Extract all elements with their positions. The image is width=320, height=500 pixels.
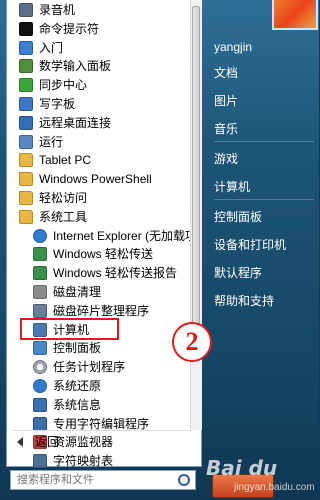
user-name[interactable]: yangjin (214, 39, 252, 55)
right-menu-item[interactable]: 计算机 (214, 179, 250, 195)
microphone-icon (19, 3, 33, 17)
internet-explorer-icon (33, 228, 47, 243)
right-menu-item[interactable]: 帮助和支持 (214, 293, 274, 309)
getting-started-icon (19, 40, 33, 55)
folder-icon (19, 191, 33, 205)
list-item-label: 录音机 (39, 3, 76, 17)
search-input[interactable] (17, 473, 177, 487)
right-menu-item[interactable]: 控制面板 (214, 209, 262, 225)
list-item-label: 命令提示符 (39, 21, 100, 36)
right-menu-item[interactable]: 文档 (214, 65, 238, 81)
command-prompt-icon (19, 21, 33, 36)
right-menu-item[interactable]: 设备和打印机 (214, 237, 286, 253)
disk-cleanup-icon (33, 285, 47, 299)
highlight-box (20, 318, 119, 340)
easy-transfer-report-icon (33, 266, 47, 281)
easy-transfer-icon (33, 247, 47, 262)
list-item-label: 磁盘清理 (53, 285, 102, 299)
remote-desktop-icon (19, 115, 33, 130)
right-panel: yangjin 文档图片音乐游戏计算机控制面板设备和打印机 默认程序帮助和支持 (210, 0, 319, 470)
back-label: 返回 (35, 435, 60, 449)
divider (13, 430, 191, 431)
scrollbar[interactable] (190, 0, 202, 430)
list-item-label: Windows 轻松传送 (53, 247, 154, 262)
search-box[interactable] (10, 470, 196, 490)
list-item-label: Windows PowerShell (39, 172, 152, 187)
folder-icon (19, 153, 33, 168)
list-item-label: 远程桌面连接 (39, 115, 112, 130)
right-menu-item[interactable]: 音乐 (214, 121, 238, 137)
back-button[interactable]: 返回 (11, 432, 186, 452)
list-item-label: Internet Explorer (无加载项) (53, 228, 202, 243)
system-restore-icon (33, 379, 47, 393)
run-icon (19, 134, 33, 149)
all-programs-list: 录音机命令提示符入门数学输入面板 同步中心写字板远程桌面连接 运行 Tablet PC… (7, 0, 201, 469)
list-item-label: 数学输入面板 (39, 59, 112, 74)
watermark-url: jingyan.baidu.com (234, 482, 315, 493)
system-info-icon (33, 397, 47, 412)
right-menu-item[interactable]: 默认程序 (214, 265, 262, 281)
scrollbar-thumb[interactable] (192, 6, 200, 346)
private-character-editor-icon (33, 416, 47, 431)
wordpad-icon (19, 97, 33, 111)
control-panel-icon (33, 341, 47, 356)
back-arrow-icon (17, 437, 23, 447)
divider (214, 141, 314, 142)
start-menu: 录音机命令提示符入门数学输入面板 同步中心写字板远程桌面连接 运行 Tablet PC… (0, 0, 319, 500)
list-item-label: 运行 (39, 134, 64, 149)
list-item-label: Windows 轻松传送报告 (53, 266, 178, 281)
math-input-icon (19, 59, 33, 74)
list-item-label: 字符映射表 (53, 454, 114, 469)
list-item-label: 入门 (39, 40, 64, 55)
divider (214, 199, 314, 200)
list-item-label: 系统工具 (39, 209, 88, 224)
defragmenter-icon (33, 303, 47, 318)
right-menu-item[interactable]: 游戏 (214, 151, 238, 167)
step-marker: 2 (172, 322, 212, 362)
folder-icon (19, 209, 33, 224)
list-item-label: 任务计划程序 (53, 360, 126, 375)
character-map-icon (33, 454, 47, 469)
list-item-label: 系统信息 (53, 397, 102, 412)
folder-icon (19, 172, 33, 187)
list-item-label: Tablet PC (39, 153, 92, 168)
list-item-label: 控制面板 (53, 341, 102, 356)
watermark: Bai du jingyan.baidu.com (198, 452, 319, 500)
watermark-logo: Bai du (206, 456, 278, 480)
sync-center-icon (19, 78, 33, 93)
right-menu-item[interactable]: 图片 (214, 93, 238, 109)
list-item-label: 轻松访问 (39, 191, 88, 205)
task-scheduler-icon (33, 360, 47, 375)
search-icon[interactable] (178, 474, 190, 486)
programs-panel: 录音机命令提示符入门数学输入面板 同步中心写字板远程桌面连接 运行 Tablet PC… (6, 0, 202, 469)
list-item-label: 系统还原 (53, 379, 102, 393)
list-item-label: 同步中心 (39, 78, 88, 93)
list-item-label: 写字板 (39, 97, 76, 111)
